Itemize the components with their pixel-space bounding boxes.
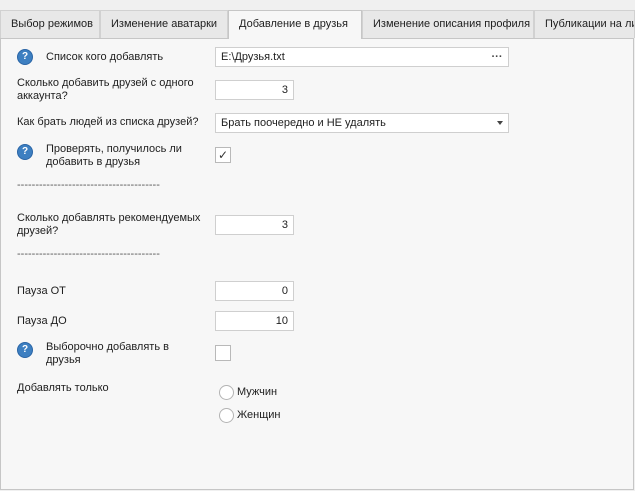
tab-profile-description[interactable]: Изменение описания профиля <box>362 10 534 38</box>
check-added-checkbox[interactable]: ✓ <box>215 147 231 163</box>
radio-button[interactable] <box>219 385 234 400</box>
settings-panel: ? Список кого добавлять E:\Друзья.txt ··… <box>0 38 634 490</box>
tab-mode-selection[interactable]: Выбор режимов <box>0 10 100 38</box>
radio-label: Женщин <box>237 409 281 421</box>
pause-to-label: Пауза ДО <box>17 315 67 327</box>
chevron-down-icon[interactable] <box>497 121 503 125</box>
radio-button[interactable] <box>219 408 234 423</box>
recommended-count-label: Сколько добавлять рекомендуемых друзей? <box>17 212 201 237</box>
tab-bar: Выбор режимов Изменение аватарки Добавле… <box>0 0 635 39</box>
selective-add-label: Выборочно добавлять в друзья <box>46 341 169 366</box>
recommended-count-input[interactable]: 3 <box>215 215 294 235</box>
friends-list-label: Список кого добавлять <box>46 51 164 63</box>
pause-to-input[interactable]: 10 <box>215 311 294 331</box>
pick-method-select[interactable]: Брать поочередно и НЕ удалять <box>215 113 509 133</box>
tab-add-friends[interactable]: Добавление в друзья <box>228 10 362 39</box>
help-icon[interactable]: ? <box>17 342 33 358</box>
checkmark-icon: ✓ <box>217 148 229 162</box>
separator: --------------------------------------- <box>17 179 160 191</box>
friends-list-file-input[interactable]: E:\Друзья.txt ··· <box>215 47 509 67</box>
count-per-account-input[interactable]: 3 <box>215 80 294 100</box>
help-icon[interactable]: ? <box>17 144 33 160</box>
pause-from-input[interactable]: 0 <box>215 281 294 301</box>
selective-add-checkbox[interactable] <box>215 345 231 361</box>
radio-label: Мужчин <box>237 386 278 398</box>
browse-button[interactable]: ··· <box>490 48 504 66</box>
pick-method-value: Брать поочередно и НЕ удалять <box>221 117 386 129</box>
separator: --------------------------------------- <box>17 248 160 260</box>
help-icon[interactable]: ? <box>17 49 33 65</box>
tab-avatar-change[interactable]: Изменение аватарки <box>100 10 228 38</box>
pick-method-label: Как брать людей из списка друзей? <box>17 116 199 128</box>
check-added-label: Проверять, получилось ли добавить в друз… <box>46 143 182 168</box>
pause-from-label: Пауза ОТ <box>17 285 66 297</box>
add-only-label: Добавлять только <box>17 382 109 394</box>
friends-list-file-value: E:\Друзья.txt <box>221 51 285 63</box>
tab-publications[interactable]: Публикации на ли <box>534 10 635 38</box>
count-per-account-label: Сколько добавить друзей с одного аккаунт… <box>17 77 194 102</box>
